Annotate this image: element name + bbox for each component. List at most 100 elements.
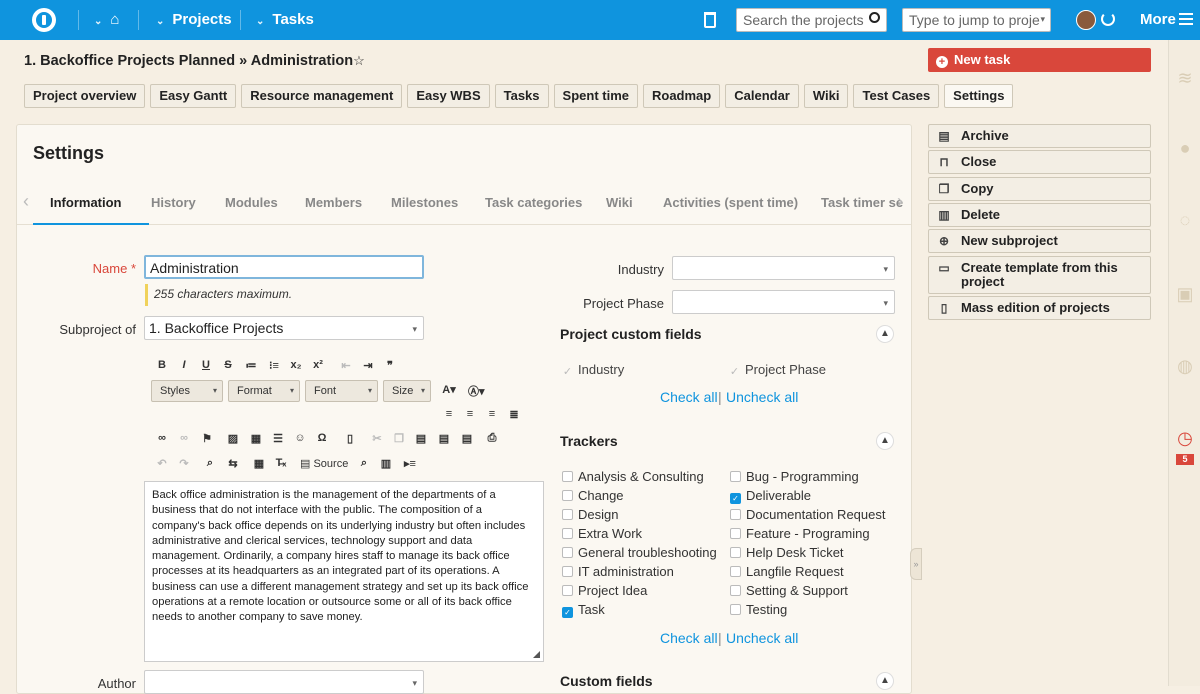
stack-icon[interactable]: ≋ [1175,68,1195,88]
redo-icon[interactable]: ↷ [176,457,192,470]
paste-text-icon[interactable]: ▤ [436,432,452,445]
paste-word-icon[interactable]: ▤ [459,432,475,445]
bold-icon[interactable]: B [154,359,170,371]
tracker-checkbox[interactable]: Documentation Request [730,507,885,522]
templates-icon[interactable]: ▥ [378,457,394,470]
tab-spent-time[interactable]: Spent time [553,84,638,108]
more-menu[interactable]: More [1140,0,1176,40]
tab-resource-management[interactable]: Resource management [241,84,403,108]
preview-icon[interactable]: ⌕ [356,457,372,470]
project-phase-select[interactable] [672,290,895,314]
chevron-left-icon[interactable]: ‹ [23,191,29,212]
custom-field-industry[interactable]: ✓ Industry [562,362,624,379]
cut-icon[interactable]: ✂ [369,432,385,445]
collapse-icon[interactable]: ▲ [876,672,894,690]
omega-icon[interactable]: Ω [314,432,330,444]
mass-edition-button[interactable]: ▯ Mass edition of projects [928,296,1151,320]
trash-icon[interactable] [704,12,716,28]
timer-icon[interactable]: ◷ [1175,428,1195,448]
archive-button[interactable]: ▤ Archive [928,124,1151,148]
paste-icon[interactable]: ▤ [413,432,429,445]
resize-handle-icon[interactable] [533,651,540,658]
search-input[interactable]: Search the projects [736,8,887,32]
trackers-uncheck-all-link[interactable]: Uncheck all [726,630,798,646]
check-all-link[interactable]: Check all [660,389,718,405]
collapse-icon[interactable]: ▲ [876,432,894,450]
tab-wiki-settings[interactable]: Wiki [606,195,633,210]
align-center-icon[interactable]: ≡ [462,408,478,420]
tab-test-cases[interactable]: Test Cases [853,84,940,108]
name-input[interactable]: Administration [144,255,424,279]
delete-button[interactable]: ▥ Delete [928,203,1151,227]
size-select[interactable]: Size [383,380,431,402]
tab-easy-gantt[interactable]: Easy Gantt [150,84,237,108]
sidebar-toggle[interactable]: » [910,548,922,580]
page-break-icon[interactable]: ▯ [342,432,358,445]
blockquote-icon[interactable]: ❞ [382,359,398,372]
description-editor[interactable]: Back office administration is the manage… [144,481,544,662]
tracker-checkbox[interactable]: Extra Work [562,526,642,541]
tab-settings[interactable]: Settings [944,84,1014,108]
styles-select[interactable]: Styles [151,380,223,402]
indent-icon[interactable]: ⇥ [360,359,376,372]
custom-field-project-phase[interactable]: ✓ Project Phase [729,362,826,379]
select-all-icon[interactable]: ▦ [251,457,267,470]
source-button[interactable]: ▤ Source [300,457,352,470]
uncheck-all-link[interactable]: Uncheck all [726,389,798,405]
copy-button[interactable]: ❐ Copy [928,177,1151,201]
avatar[interactable] [1076,10,1096,30]
lightbulb-icon[interactable]: ◌ [1175,210,1195,230]
tab-history[interactable]: History [151,195,196,210]
hamburger-icon[interactable] [1179,13,1193,25]
user-icon[interactable]: ● [1175,138,1195,158]
tab-easy-wbs[interactable]: Easy WBS [407,84,490,108]
industry-select[interactable] [672,256,895,280]
subscript-icon[interactable]: x₂ [288,359,304,371]
align-left-icon[interactable]: ≡ [441,408,457,420]
tracker-checkbox[interactable]: Change [562,488,624,503]
align-right-icon[interactable]: ≡ [484,408,500,420]
close-button[interactable]: ⊓ Close [928,150,1151,174]
tracker-checkbox[interactable]: Bug - Programming [730,469,859,484]
tab-tasks[interactable]: Tasks [494,84,549,108]
tab-members[interactable]: Members [305,195,362,210]
author-select[interactable] [144,670,424,694]
tracker-checkbox[interactable]: IT administration [562,564,674,579]
tracker-checkbox[interactable]: Feature - Programing [730,526,870,541]
tab-task-categories[interactable]: Task categories [485,195,582,210]
unlink-icon[interactable]: ∞ [176,432,192,444]
star-icon[interactable]: ☆ [353,53,365,68]
tasks-menu[interactable]: ⌄ Tasks [256,0,314,42]
bg-color-icon[interactable]: Ⓐ▾ [468,383,485,399]
tracker-checkbox[interactable]: ✓ Deliverable [730,488,811,504]
power-icon[interactable] [1101,12,1115,26]
trackers-check-all-link[interactable]: Check all [660,630,718,646]
smiley-icon[interactable]: ☺ [292,432,308,444]
print-icon[interactable]: ⎙ [484,432,500,445]
tracker-checkbox[interactable]: Testing [730,602,787,617]
tab-project-overview[interactable]: Project overview [24,84,146,108]
undo-icon[interactable]: ↶ [154,457,170,470]
new-subproject-button[interactable]: ⊕ New subproject [928,229,1151,253]
strikethrough-icon[interactable]: S [220,359,236,371]
bulleted-list-icon[interactable]: ⁝≡ [266,359,282,372]
tracker-checkbox[interactable]: Help Desk Ticket [730,545,844,560]
tracker-checkbox[interactable]: Langfile Request [730,564,844,579]
logo-icon[interactable] [32,8,56,32]
breadcrumb-parent[interactable]: 1. Backoffice Projects Planned [24,53,235,69]
tab-information[interactable]: Information [50,195,122,210]
tracker-checkbox[interactable]: Project Idea [562,583,647,598]
italic-icon[interactable]: I [176,359,192,371]
tab-activities[interactable]: Activities (spent time) [663,195,798,210]
tracker-checkbox[interactable]: ✓ Task [562,602,605,618]
subproject-select[interactable]: 1. Backoffice Projects [144,316,424,340]
find-icon[interactable]: ⌕ [202,457,218,470]
jump-to-project-select[interactable]: Type to jump to proje ▾ [902,8,1051,32]
align-justify-icon[interactable]: ≣ [506,408,522,421]
remove-format-icon[interactable]: T̶ₓ [273,457,289,469]
text-color-icon[interactable]: A▾ [441,383,457,396]
superscript-icon[interactable]: x² [310,359,326,371]
tab-calendar[interactable]: Calendar [725,84,799,108]
projects-menu[interactable]: ⌄ Projects [156,0,232,42]
new-task-button[interactable]: + New task [928,48,1151,72]
